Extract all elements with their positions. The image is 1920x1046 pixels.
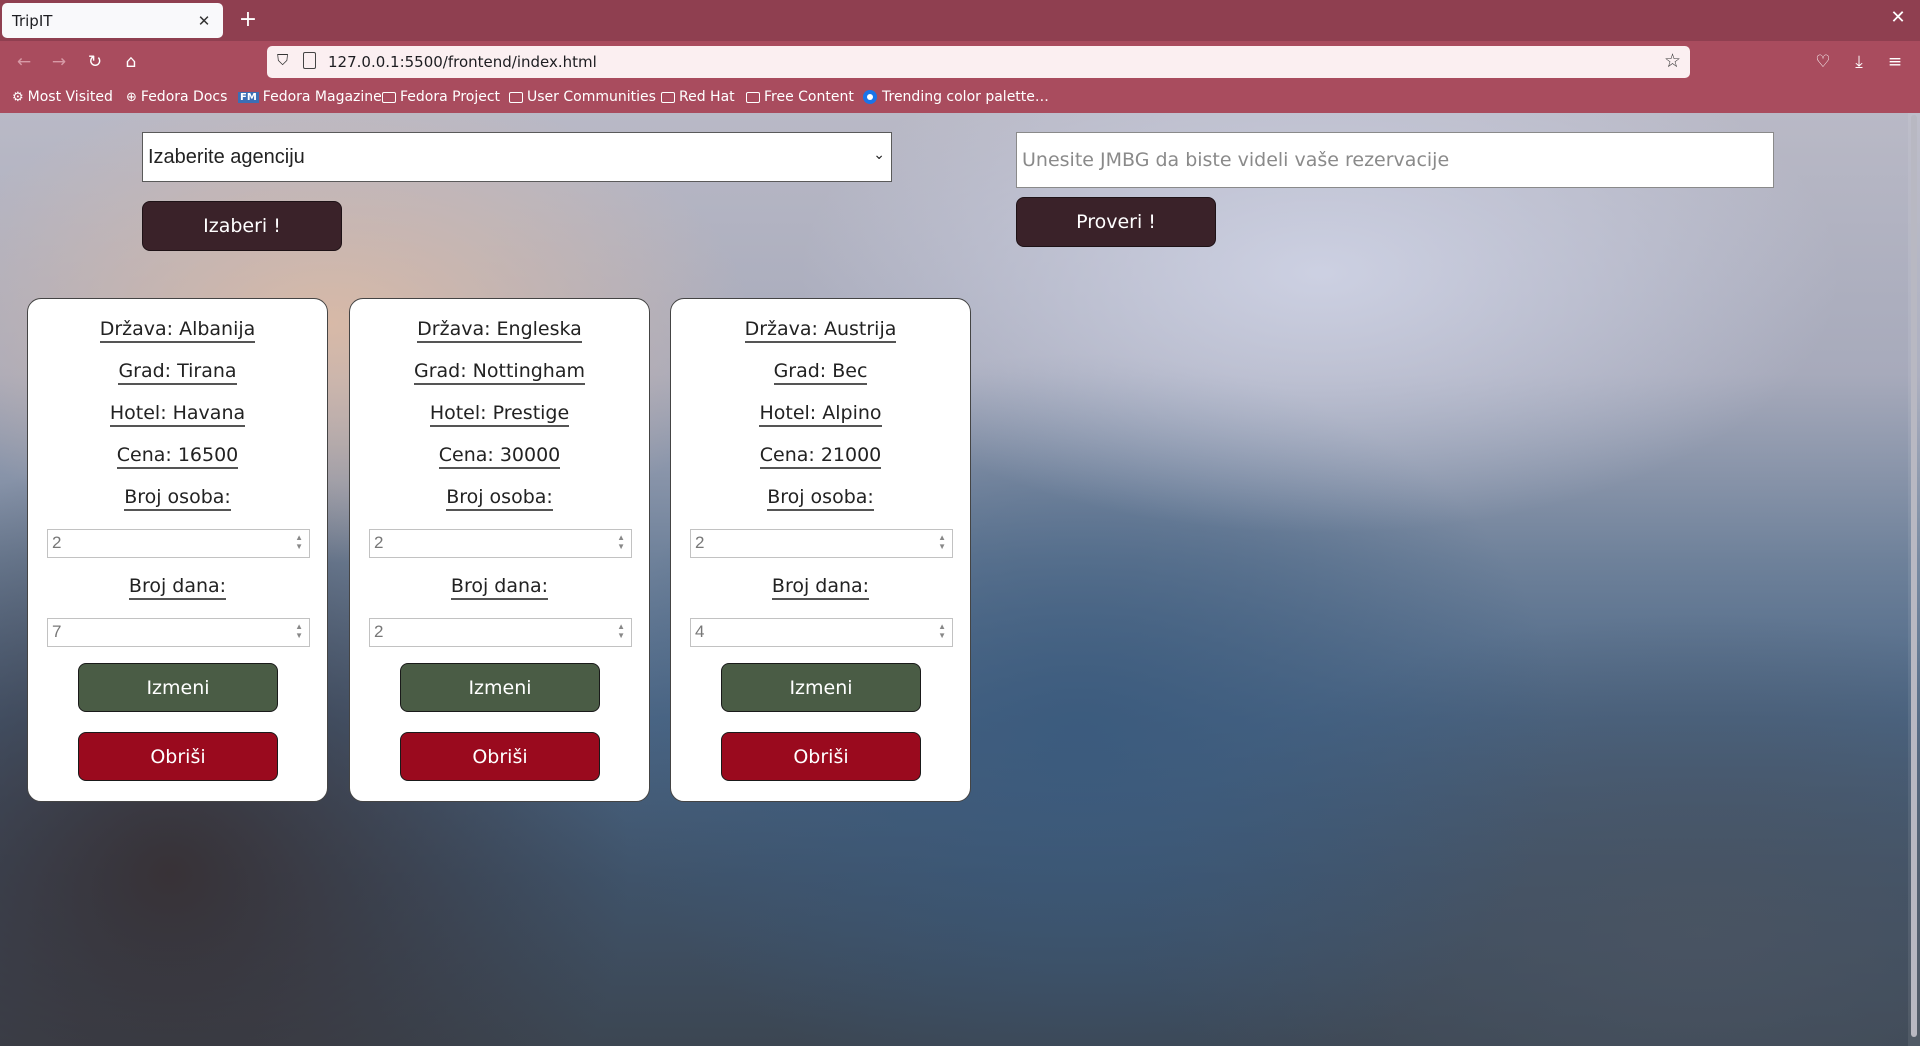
select-agency-button[interactable]: Izaberi !: [142, 201, 342, 251]
bookmark-fedora-docs[interactable]: ⊕ Fedora Docs: [126, 89, 227, 105]
card-price: Cena: 21000: [671, 444, 970, 469]
card-persons-label: Broj osoba:: [350, 486, 649, 511]
stepper-icon[interactable]: ▲ ▼: [617, 622, 625, 640]
card-hotel: Hotel: Alpino: [671, 402, 970, 427]
stepper-icon[interactable]: ▲ ▼: [617, 533, 625, 551]
stepper-icon[interactable]: ▲ ▼: [295, 622, 303, 640]
folder-icon: [746, 91, 760, 103]
shield-icon[interactable]: ⛉: [277, 51, 288, 69]
bookmark-label: Red Hat: [679, 89, 735, 105]
back-arrow-icon[interactable]: ←: [11, 49, 37, 75]
scrollbar-thumb[interactable]: [1911, 115, 1917, 1037]
card-price: Cena: 30000: [350, 444, 649, 469]
chevron-down-icon: ⌄: [873, 146, 885, 162]
new-tab-button[interactable]: +: [234, 7, 262, 35]
bookmarks-bar: ⚙ Most Visited ⊕ Fedora Docs FM Fedora M…: [0, 83, 1920, 113]
url-bar[interactable]: ⛉ 127.0.0.1:5500/frontend/index.html ☆: [267, 46, 1690, 78]
card-city: Grad: Nottingham: [350, 360, 649, 385]
card-city: Grad: Bec: [671, 360, 970, 385]
days-value: 2: [374, 622, 384, 641]
stepper-icon[interactable]: ▲ ▼: [938, 533, 946, 551]
stepper-icon[interactable]: ▲ ▼: [938, 622, 946, 640]
delete-button[interactable]: Obriši: [78, 732, 278, 781]
days-input[interactable]: 4 ▲ ▼: [690, 618, 953, 647]
bookmark-label: Most Visited: [27, 89, 113, 105]
edit-button[interactable]: Izmeni: [721, 663, 921, 712]
bookmark-free-content[interactable]: Free Content: [746, 89, 854, 105]
gear-icon: ⚙: [12, 89, 24, 105]
reservation-card: Država: Albanija Grad: Tirana Hotel: Hav…: [27, 298, 328, 802]
bookmark-label: Fedora Project: [400, 89, 501, 105]
days-value: 7: [52, 622, 62, 641]
pocket-icon[interactable]: ♡: [1810, 49, 1836, 75]
globe-icon: ⊕: [126, 89, 137, 105]
delete-button[interactable]: Obriši: [721, 732, 921, 781]
card-country: Država: Engleska: [350, 318, 649, 343]
bookmark-star-icon[interactable]: ☆: [1664, 50, 1681, 72]
menu-icon[interactable]: ≡: [1882, 49, 1908, 75]
tab-close-icon[interactable]: ✕: [195, 12, 213, 30]
reload-icon[interactable]: ↻: [82, 49, 108, 75]
days-input[interactable]: 2 ▲ ▼: [369, 618, 632, 647]
downloads-icon[interactable]: ⤓: [1846, 49, 1872, 75]
scrollbar[interactable]: [1908, 113, 1920, 1046]
card-hotel: Hotel: Prestige: [350, 402, 649, 427]
days-input[interactable]: 7 ▲ ▼: [47, 618, 310, 647]
tab-title: TripIT: [12, 11, 53, 30]
check-reservations-button[interactable]: Proveri !: [1016, 197, 1216, 247]
card-days-label: Broj dana:: [28, 575, 327, 600]
circle-icon: [863, 90, 877, 104]
card-country: Država: Albanija: [28, 318, 327, 343]
stepper-icon[interactable]: ▲ ▼: [295, 533, 303, 551]
card-hotel: Hotel: Havana: [28, 402, 327, 427]
edit-button[interactable]: Izmeni: [400, 663, 600, 712]
tab-tripit[interactable]: TripIT ✕: [2, 3, 223, 38]
card-city: Grad: Tirana: [28, 360, 327, 385]
page-viewport: Izaberite agenciju ⌄ Izaberi ! Unesite J…: [0, 113, 1920, 1046]
persons-value: 2: [374, 533, 384, 552]
folder-icon: [382, 91, 396, 103]
card-days-label: Broj dana:: [671, 575, 970, 600]
bookmark-label: Free Content: [764, 89, 854, 105]
agency-select[interactable]: Izaberite agenciju ⌄: [142, 132, 892, 182]
navigation-bar: ← → ↻ ⌂ ⛉ 127.0.0.1:5500/frontend/index.…: [0, 41, 1920, 83]
persons-input[interactable]: 2 ▲ ▼: [369, 529, 632, 558]
bookmark-fedora-project[interactable]: Fedora Project: [382, 89, 500, 105]
bookmark-label: User Communities: [527, 89, 656, 105]
persons-input[interactable]: 2 ▲ ▼: [47, 529, 310, 558]
page-info-icon[interactable]: [303, 52, 316, 69]
agency-select-value: Izaberite agenciju: [148, 145, 305, 168]
card-persons-label: Broj osoba:: [671, 486, 970, 511]
reservation-card: Država: Austrija Grad: Bec Hotel: Alpino…: [670, 298, 971, 802]
card-price: Cena: 16500: [28, 444, 327, 469]
delete-button[interactable]: Obriši: [400, 732, 600, 781]
persons-value: 2: [52, 533, 62, 552]
home-icon[interactable]: ⌂: [118, 49, 144, 75]
bookmark-most-visited[interactable]: ⚙ Most Visited: [12, 89, 113, 105]
bookmark-red-hat[interactable]: Red Hat: [661, 89, 735, 105]
bookmark-user-communities[interactable]: User Communities: [509, 89, 656, 105]
folder-icon: [661, 91, 675, 103]
card-persons-label: Broj osoba:: [28, 486, 327, 511]
edit-button[interactable]: Izmeni: [78, 663, 278, 712]
card-days-label: Broj dana:: [350, 575, 649, 600]
url-text[interactable]: 127.0.0.1:5500/frontend/index.html: [328, 53, 597, 71]
folder-icon: [509, 91, 523, 103]
bookmark-fedora-magazine[interactable]: FM Fedora Magazine: [238, 89, 382, 105]
days-value: 4: [695, 622, 705, 641]
persons-input[interactable]: 2 ▲ ▼: [690, 529, 953, 558]
fm-icon: FM: [238, 91, 259, 103]
card-country: Država: Austrija: [671, 318, 970, 343]
jmbg-input[interactable]: Unesite JMBG da biste videli vaše rezerv…: [1016, 132, 1774, 188]
tab-bar: TripIT ✕ + ✕: [0, 0, 1920, 41]
bookmark-label: Fedora Docs: [140, 89, 228, 105]
jmbg-input-placeholder: Unesite JMBG da biste videli vaše rezerv…: [1022, 149, 1450, 171]
reservation-card: Država: Engleska Grad: Nottingham Hotel:…: [349, 298, 650, 802]
forward-arrow-icon[interactable]: →: [46, 49, 72, 75]
window-close-button[interactable]: ✕: [1886, 7, 1910, 28]
bookmark-trending-color-palette[interactable]: Trending color palette…: [863, 89, 1049, 105]
persons-value: 2: [695, 533, 705, 552]
bookmark-label: Trending color palette…: [882, 89, 1049, 105]
bookmark-label: Fedora Magazine: [262, 89, 382, 105]
